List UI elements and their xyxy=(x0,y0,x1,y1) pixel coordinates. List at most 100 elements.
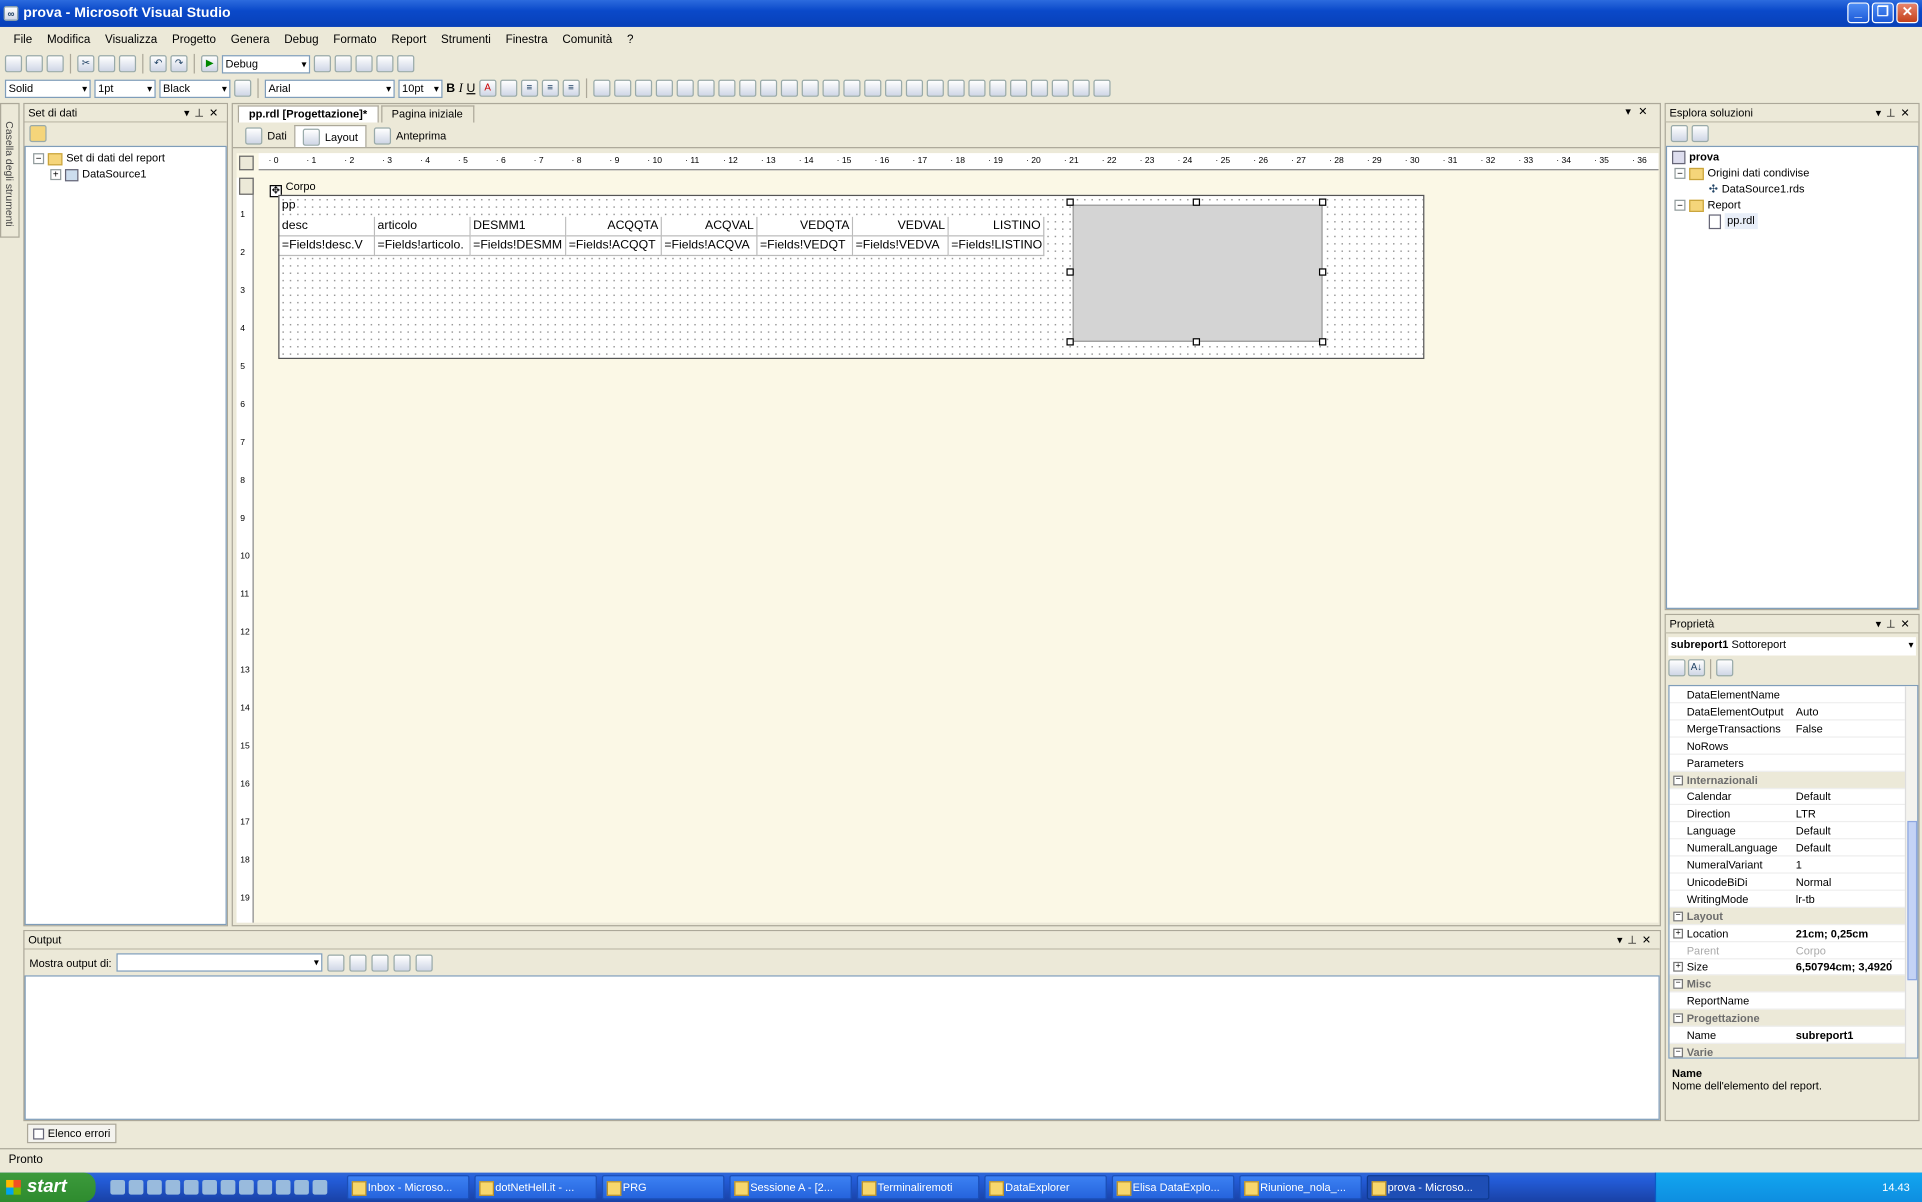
section-handle[interactable] xyxy=(239,177,254,195)
same-width-icon[interactable] xyxy=(738,79,757,97)
doc-window-controls[interactable]: ▾✕ xyxy=(1625,105,1654,118)
align-centers-icon[interactable] xyxy=(634,79,652,97)
resize-handle[interactable] xyxy=(1192,338,1201,346)
app-icon[interactable] xyxy=(257,1179,273,1195)
h-spacing-remove-icon[interactable] xyxy=(884,79,902,97)
property-category[interactable]: − Varie xyxy=(1669,1043,1909,1058)
size-to-grid-icon[interactable] xyxy=(801,79,819,97)
collapse-icon[interactable]: − xyxy=(1673,1013,1684,1024)
border-icon[interactable] xyxy=(234,79,252,97)
property-value[interactable]: 6,50794cm; 3,4920́ xyxy=(1796,959,1906,976)
design-surface[interactable]: · 0 · 1 · 2 · 3 · 4 · 5 · 6 · 7 · 8 · 9 · 10 · 11 · … xyxy=(236,153,1659,923)
property-value[interactable]: 21cm; 0,25cm xyxy=(1796,925,1906,942)
start-button[interactable]: start xyxy=(0,1172,96,1202)
properties-view-icon[interactable] xyxy=(1670,124,1688,143)
menu-debug[interactable]: Debug xyxy=(277,32,326,45)
window-icon[interactable] xyxy=(397,55,415,73)
resize-handle[interactable] xyxy=(1066,338,1074,346)
word-wrap-icon[interactable] xyxy=(415,953,433,972)
show-all-files-icon[interactable] xyxy=(1691,124,1709,143)
property-category[interactable]: − Misc xyxy=(1669,975,1909,993)
go-to-line-icon[interactable] xyxy=(327,953,345,972)
app-icon[interactable] xyxy=(239,1179,254,1195)
taskbar-item[interactable]: DataExplorer xyxy=(984,1175,1107,1200)
filezilla-icon[interactable] xyxy=(147,1179,162,1195)
app-icon[interactable] xyxy=(275,1179,291,1195)
align-tops-icon[interactable] xyxy=(676,79,694,97)
tree-reports[interactable]: − Report xyxy=(1672,197,1912,213)
property-row[interactable]: DataElementName xyxy=(1669,686,1909,704)
tree-shared-sources[interactable]: − Origini dati condivise xyxy=(1672,165,1912,181)
subreport-control[interactable] xyxy=(1072,204,1323,342)
tab-layout[interactable]: Layout xyxy=(294,124,367,148)
toolbox-side-tab[interactable]: Casella degli strumenti xyxy=(0,102,20,238)
center-horizontally-icon[interactable] xyxy=(988,79,1007,97)
properties-icon[interactable] xyxy=(334,55,352,73)
clear-all-icon[interactable] xyxy=(393,953,411,972)
table-cell[interactable]: =Fields!LISTINO xyxy=(948,236,1045,257)
toolbox-icon[interactable] xyxy=(355,55,373,73)
align-right-icon[interactable]: ≡ xyxy=(562,79,580,97)
line-width-dropdown[interactable]: 1pt xyxy=(94,79,156,98)
h-spacing-equal-icon[interactable] xyxy=(822,79,840,97)
tab-data[interactable]: Dati xyxy=(238,125,294,147)
property-scrollbar[interactable] xyxy=(1904,686,1918,1058)
scrollbar-thumb[interactable] xyxy=(1907,820,1918,981)
send-to-back-icon[interactable] xyxy=(1051,79,1069,97)
align-grid-icon[interactable] xyxy=(593,79,611,97)
app-icon[interactable] xyxy=(202,1179,217,1195)
h-spacing-decrease-icon[interactable] xyxy=(863,79,882,97)
property-row[interactable]: + Size 6,50794cm; 3,4920́ xyxy=(1669,959,1909,976)
taskbar-item[interactable]: Inbox - Microso... xyxy=(346,1175,470,1200)
align-lefts-icon[interactable] xyxy=(613,79,632,97)
align-bottoms-icon[interactable] xyxy=(718,79,736,97)
resize-handle[interactable] xyxy=(1066,198,1074,206)
redo-icon[interactable]: ↷ xyxy=(170,55,188,73)
property-pages-icon[interactable] xyxy=(1716,659,1734,677)
v-spacing-decrease-icon[interactable] xyxy=(947,79,965,97)
resize-handle[interactable] xyxy=(1066,268,1074,276)
ie-icon[interactable] xyxy=(110,1179,126,1195)
property-row[interactable]: DataElementOutput Auto xyxy=(1669,703,1909,721)
table-cell[interactable]: VEDVAL xyxy=(853,216,949,237)
menu-visualizza[interactable]: Visualizza xyxy=(98,32,165,45)
taskbar-item[interactable]: Riunione_nola_... xyxy=(1239,1175,1362,1200)
table-cell[interactable]: =Fields!VEDVA xyxy=(853,236,949,257)
property-category[interactable]: − Layout xyxy=(1669,907,1909,925)
folder-icon[interactable] xyxy=(128,1179,144,1195)
table-cell[interactable]: LISTINO xyxy=(948,216,1045,237)
align-left-icon[interactable]: ≡ xyxy=(520,79,538,97)
app-icon[interactable] xyxy=(312,1179,328,1195)
undo-icon[interactable]: ↶ xyxy=(149,55,167,73)
lock-controls-icon[interactable] xyxy=(1093,79,1111,97)
property-row[interactable]: ReportName xyxy=(1669,993,1909,1010)
taskbar-item[interactable]: Terminaliremoti xyxy=(856,1175,980,1200)
v-spacing-remove-icon[interactable] xyxy=(968,79,986,97)
resize-handle[interactable] xyxy=(1318,198,1327,206)
bring-to-front-icon[interactable] xyxy=(1030,79,1048,97)
object-selector-dropdown[interactable]: subreport1 Sottoreport xyxy=(1668,637,1916,656)
menu-comunita[interactable]: Comunità xyxy=(555,32,620,45)
tab-order-icon[interactable] xyxy=(1072,79,1090,97)
taskbar-item[interactable]: Elisa DataExplo... xyxy=(1111,1175,1235,1200)
property-row[interactable]: Calendar Default xyxy=(1669,788,1909,806)
table-cell[interactable]: =Fields!ACQQT xyxy=(566,236,662,257)
taskbar-item[interactable]: prova - Microso... xyxy=(1366,1175,1490,1200)
collapse-icon[interactable]: − xyxy=(1673,1047,1684,1058)
menu-strumenti[interactable]: Strumenti xyxy=(434,32,499,45)
collapse-icon[interactable]: − xyxy=(1673,775,1684,785)
font-dropdown[interactable]: Arial xyxy=(264,79,395,98)
save-all-icon[interactable] xyxy=(46,55,64,73)
property-row[interactable]: WritingMode lr-tb xyxy=(1669,891,1909,908)
property-category[interactable]: − Internazionali xyxy=(1669,771,1909,789)
property-value[interactable]: 1 xyxy=(1796,856,1906,873)
property-value[interactable]: LTR xyxy=(1796,805,1906,822)
panel-controls-icon[interactable]: ▾⊥✕ xyxy=(1876,615,1915,633)
property-category[interactable]: − Progettazione xyxy=(1669,1009,1909,1027)
v-spacing-increase-icon[interactable] xyxy=(926,79,944,97)
font-size-dropdown[interactable]: 10pt xyxy=(398,79,443,98)
tab-pp-rdl[interactable]: pp.rdl [Progettazione]* xyxy=(237,105,379,123)
next-message-icon[interactable] xyxy=(371,953,389,972)
tab-start-page[interactable]: Pagina iniziale xyxy=(380,105,474,123)
property-row[interactable]: Language Default xyxy=(1669,822,1909,840)
